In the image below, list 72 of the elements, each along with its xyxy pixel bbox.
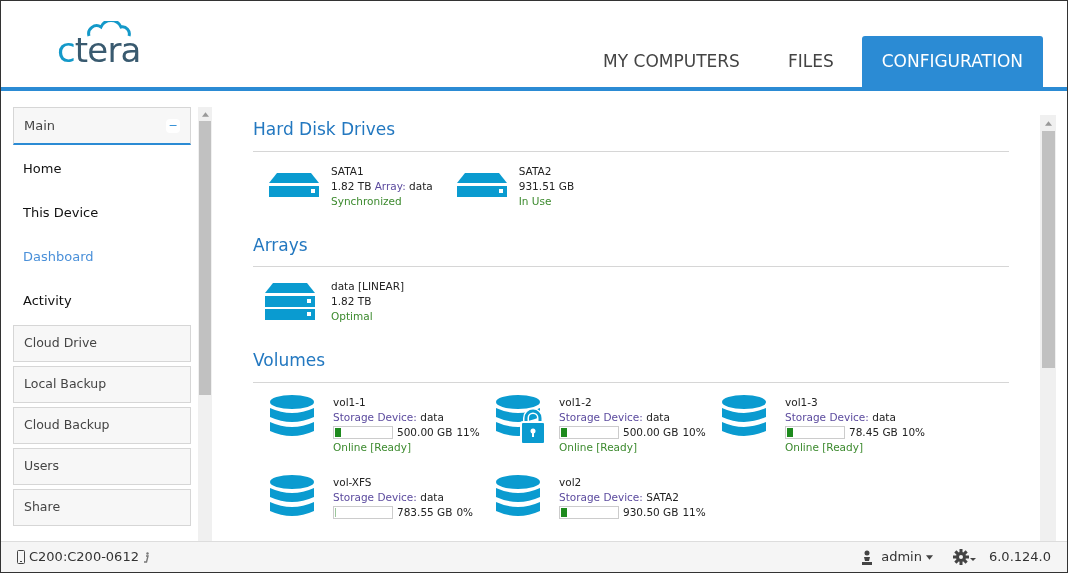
nav-tab[interactable]: MY COMPUTERS bbox=[583, 36, 760, 87]
array-name: data bbox=[409, 179, 433, 192]
collapse-button[interactable]: − bbox=[166, 118, 180, 133]
disk-name: SATA1 bbox=[331, 163, 365, 179]
menu-item[interactable]: This Device bbox=[13, 193, 191, 233]
section-title: Volumes bbox=[253, 350, 326, 370]
scrollbar[interactable] bbox=[1040, 115, 1056, 541]
array-status: Optimal bbox=[331, 309, 374, 324]
caret-down-icon[interactable] bbox=[925, 554, 933, 560]
volume-size: 930.50 GB bbox=[623, 504, 679, 520]
nav-tab[interactable]: FILES bbox=[767, 36, 854, 87]
volume-status: Online [Ready] bbox=[559, 439, 638, 455]
disk-status: In Use bbox=[518, 193, 553, 209]
disk-name: SATA2 bbox=[518, 163, 553, 179]
disk-array-icon bbox=[265, 282, 315, 321]
volume-status: Online [Ready] bbox=[333, 439, 412, 455]
scrollbar[interactable] bbox=[198, 107, 212, 541]
volume-name: vol1-3 bbox=[785, 394, 819, 410]
scroll-up-icon[interactable] bbox=[1044, 120, 1052, 126]
section-title: Arrays bbox=[253, 234, 308, 255]
device-name: data bbox=[872, 410, 896, 423]
volume-name: vol1-2 bbox=[559, 394, 593, 410]
usage-percent: 11% bbox=[456, 424, 480, 440]
scroll-up-icon[interactable] bbox=[201, 111, 209, 117]
info-icon[interactable] bbox=[142, 551, 149, 563]
device-name: data bbox=[420, 490, 444, 503]
device-label: Storage Device: bbox=[333, 410, 417, 423]
device-label: Storage Device: bbox=[333, 490, 417, 503]
usage-percent: 10% bbox=[901, 424, 926, 440]
array-size: 1.82 TB bbox=[331, 294, 373, 309]
menu-section[interactable]: Cloud Drive bbox=[13, 325, 191, 362]
device-label: Storage Device: bbox=[559, 490, 643, 503]
device-name: SATA2 bbox=[646, 490, 679, 503]
array-name: data [LINEAR] bbox=[331, 279, 405, 294]
device-name: data bbox=[646, 410, 670, 423]
hard-disk-icon bbox=[456, 173, 507, 199]
volume-status: Online [Ready] bbox=[785, 439, 864, 455]
device-name: data bbox=[420, 410, 444, 423]
usage-percent: 10% bbox=[682, 424, 706, 440]
user-menu[interactable]: admin bbox=[881, 547, 933, 567]
volume-size: 500.00 GB bbox=[623, 424, 679, 440]
logo: ctera bbox=[57, 33, 141, 67]
disk-size: 1.82 TB bbox=[331, 179, 372, 192]
device-label: Storage Device: bbox=[785, 410, 869, 423]
disk-status: Synchronized bbox=[331, 193, 403, 209]
device-label: Storage Device: bbox=[559, 410, 643, 423]
volume-name: vol1-1 bbox=[333, 394, 367, 410]
usage-percent: 11% bbox=[682, 504, 706, 520]
usage-percent: 0% bbox=[456, 504, 474, 520]
version: 6.0.124.0 bbox=[988, 548, 1051, 567]
menu-section[interactable]: Local Backup bbox=[13, 366, 191, 403]
volume-name: vol-XFS bbox=[333, 474, 373, 490]
menu-section[interactable]: Cloud Backup bbox=[13, 407, 191, 444]
phone-icon bbox=[17, 550, 25, 564]
volume-name: vol2 bbox=[559, 474, 583, 490]
menu-item[interactable]: Activity bbox=[13, 281, 191, 321]
nav-tab[interactable]: CONFIGURATION bbox=[861, 36, 1043, 87]
device-id: C200:C200-0612 bbox=[29, 548, 139, 567]
menu-section[interactable]: Share bbox=[13, 489, 191, 526]
cloud-icon bbox=[87, 21, 131, 37]
array-label: Array: bbox=[374, 179, 406, 192]
disk-size: 931.51 GB bbox=[518, 179, 575, 192]
hard-disk-icon bbox=[269, 173, 319, 199]
volume-size: 500.00 GB bbox=[397, 424, 453, 440]
menu-section[interactable]: Users bbox=[13, 448, 191, 485]
user-icon bbox=[861, 549, 874, 565]
menu-item[interactable]: Home bbox=[13, 149, 191, 189]
menu-header[interactable]: Main − bbox=[13, 107, 191, 145]
volume-size: 783.55 GB bbox=[397, 504, 453, 520]
section-title: Hard Disk Drives bbox=[253, 119, 396, 139]
settings-icon[interactable] bbox=[952, 549, 977, 565]
volume-size: 78.45 GB bbox=[849, 424, 898, 440]
